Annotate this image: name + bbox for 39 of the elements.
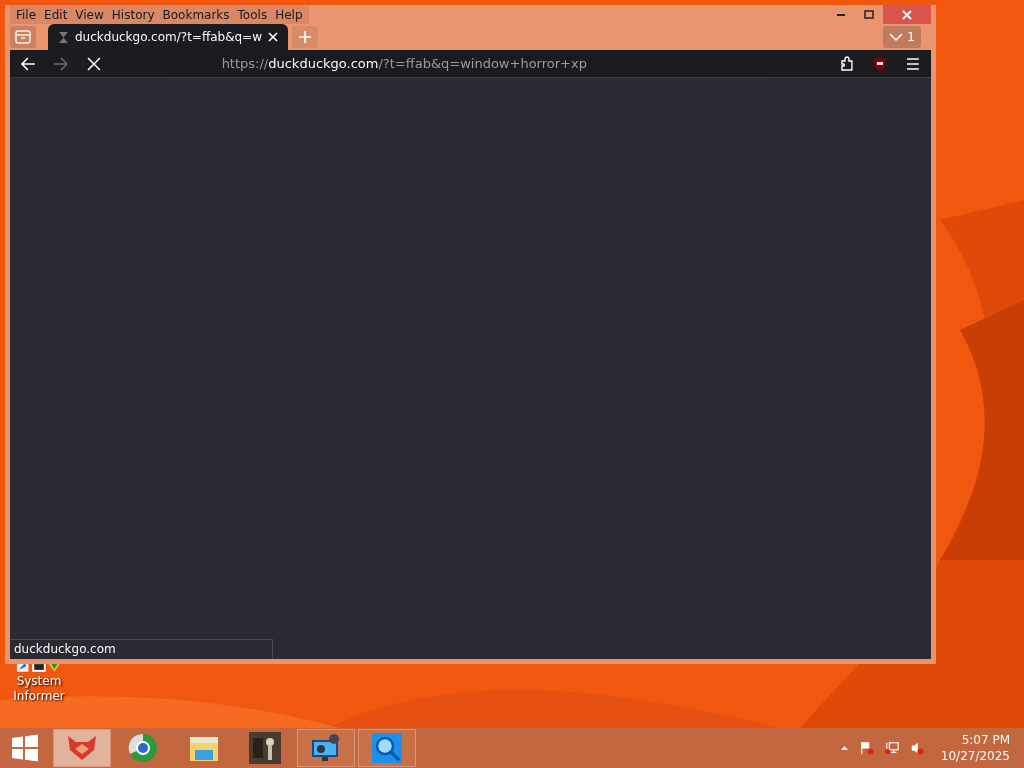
browser-icon <box>127 732 159 764</box>
tab-list-icon <box>15 30 31 44</box>
network-icon[interactable] <box>884 741 899 755</box>
magnifier-icon <box>371 732 403 764</box>
monitor-gears-icon <box>310 732 342 764</box>
menu-item[interactable]: History <box>107 5 159 24</box>
tab-title: duckduckgo.com/?t=ffab&q=w <box>75 30 262 44</box>
show-hidden-icons-icon[interactable] <box>839 745 849 751</box>
close-button[interactable] <box>883 5 931 24</box>
clock-time[interactable]: 5:07 PM <box>961 732 1010 748</box>
menu-item[interactable]: Bookmarks <box>158 5 234 24</box>
puzzle-piece-icon[interactable] <box>839 55 856 72</box>
taskbar-button[interactable] <box>358 729 416 767</box>
menu-item[interactable]: Edit <box>40 5 72 24</box>
menu-item[interactable]: Tools <box>233 5 272 24</box>
taskbar-button[interactable] <box>297 729 355 767</box>
shield-icon[interactable] <box>872 55 889 72</box>
menu-item[interactable]: View <box>71 5 108 24</box>
menu-icon[interactable] <box>905 55 921 72</box>
maximize-icon <box>864 9 874 20</box>
hourglass-icon <box>58 30 69 44</box>
tab-list-button[interactable] <box>10 26 36 48</box>
tab-count-button[interactable]: 1 <box>883 26 921 48</box>
icon-label[interactable]: System Informer <box>9 674 69 704</box>
clock-date[interactable]: 10/27/2025 <box>940 748 1010 764</box>
status-text: duckduckgo.com <box>10 639 273 659</box>
stop-icon[interactable] <box>85 55 102 72</box>
browser-tab[interactable]: duckduckgo.com/?t=ffab&q=w <box>48 24 288 50</box>
flag-icon[interactable] <box>859 741 874 755</box>
close-icon[interactable] <box>268 32 278 42</box>
windows-logo-icon <box>11 734 39 762</box>
close-icon <box>902 9 912 20</box>
menu-item[interactable]: File <box>12 5 41 24</box>
menu-item[interactable]: Help <box>271 5 307 24</box>
minimize-icon <box>837 13 845 16</box>
back-icon[interactable] <box>20 55 36 72</box>
plus-icon <box>298 30 312 44</box>
chevron-down-icon <box>889 32 904 42</box>
muted-speaker-icon[interactable] <box>909 741 924 755</box>
